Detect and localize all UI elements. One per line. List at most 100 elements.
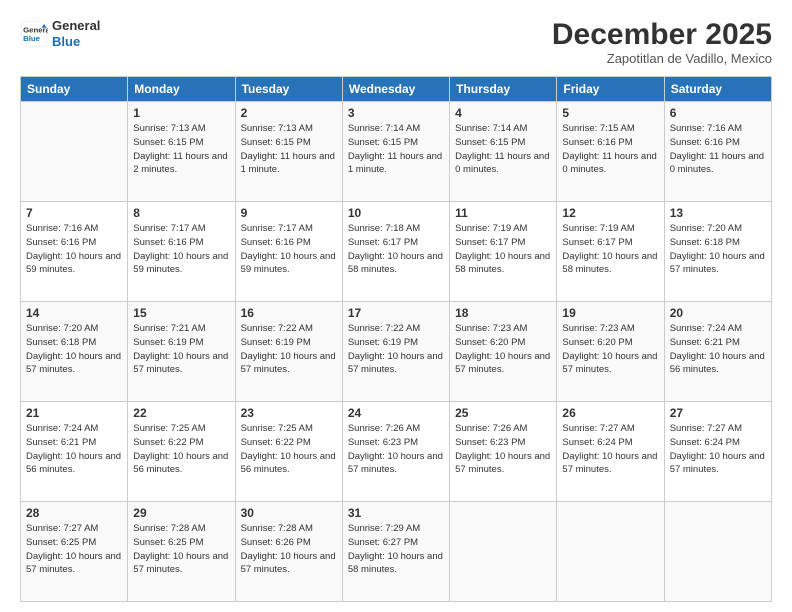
header-monday: Monday bbox=[128, 77, 235, 102]
day-info: Sunrise: 7:16 AMSunset: 6:16 PMDaylight:… bbox=[670, 122, 766, 177]
day-info: Sunrise: 7:20 AMSunset: 6:18 PMDaylight:… bbox=[670, 222, 766, 277]
day-number: 13 bbox=[670, 206, 766, 220]
header-wednesday: Wednesday bbox=[342, 77, 449, 102]
day-number: 3 bbox=[348, 106, 444, 120]
calendar-week-2: 14 Sunrise: 7:20 AMSunset: 6:18 PMDayligh… bbox=[21, 302, 772, 402]
calendar-cell-4-6 bbox=[664, 502, 771, 602]
calendar-cell-0-0 bbox=[21, 102, 128, 202]
day-info: Sunrise: 7:23 AMSunset: 6:20 PMDaylight:… bbox=[455, 322, 551, 377]
day-info: Sunrise: 7:22 AMSunset: 6:19 PMDaylight:… bbox=[241, 322, 337, 377]
day-number: 1 bbox=[133, 106, 229, 120]
calendar-cell-1-1: 8 Sunrise: 7:17 AMSunset: 6:16 PMDaylight… bbox=[128, 202, 235, 302]
day-number: 12 bbox=[562, 206, 658, 220]
day-number: 15 bbox=[133, 306, 229, 320]
day-info: Sunrise: 7:13 AMSunset: 6:15 PMDaylight:… bbox=[241, 122, 337, 177]
day-number: 10 bbox=[348, 206, 444, 220]
day-number: 24 bbox=[348, 406, 444, 420]
calendar-cell-0-2: 2 Sunrise: 7:13 AMSunset: 6:15 PMDaylight… bbox=[235, 102, 342, 202]
day-number: 4 bbox=[455, 106, 551, 120]
day-info: Sunrise: 7:27 AMSunset: 6:24 PMDaylight:… bbox=[562, 422, 658, 477]
calendar-cell-3-5: 26 Sunrise: 7:27 AMSunset: 6:24 PMDayligh… bbox=[557, 402, 664, 502]
calendar-cell-3-2: 23Sunrise: 7:25 AMSunset: 6:22 PMDayligh… bbox=[235, 402, 342, 502]
calendar-cell-1-4: 11Sunrise: 7:19 AMSunset: 6:17 PMDayligh… bbox=[450, 202, 557, 302]
calendar-cell-4-1: 29Sunrise: 7:28 AMSunset: 6:25 PMDayligh… bbox=[128, 502, 235, 602]
calendar-cell-3-6: 27 Sunrise: 7:27 AMSunset: 6:24 PMDayligh… bbox=[664, 402, 771, 502]
calendar-week-3: 21 Sunrise: 7:24 AMSunset: 6:21 PMDayligh… bbox=[21, 402, 772, 502]
day-number: 21 bbox=[26, 406, 122, 420]
day-number: 7 bbox=[26, 206, 122, 220]
calendar-cell-1-3: 10Sunrise: 7:18 AMSunset: 6:17 PMDayligh… bbox=[342, 202, 449, 302]
day-number: 27 bbox=[670, 406, 766, 420]
day-info: Sunrise: 7:27 AMSunset: 6:24 PMDaylight:… bbox=[670, 422, 766, 477]
day-number: 30 bbox=[241, 506, 337, 520]
calendar-cell-2-2: 16 Sunrise: 7:22 AMSunset: 6:19 PMDayligh… bbox=[235, 302, 342, 402]
calendar-week-0: 1 Sunrise: 7:13 AMSunset: 6:15 PMDaylight… bbox=[21, 102, 772, 202]
day-info: Sunrise: 7:14 AMSunset: 6:15 PMDaylight:… bbox=[455, 122, 551, 177]
calendar-cell-4-2: 30 Sunrise: 7:28 AMSunset: 6:26 PMDayligh… bbox=[235, 502, 342, 602]
location-subtitle: Zapotitlan de Vadillo, Mexico bbox=[552, 51, 772, 66]
day-number: 5 bbox=[562, 106, 658, 120]
header-tuesday: Tuesday bbox=[235, 77, 342, 102]
day-number: 6 bbox=[670, 106, 766, 120]
day-info: Sunrise: 7:27 AMSunset: 6:25 PMDaylight:… bbox=[26, 522, 122, 577]
day-number: 19 bbox=[562, 306, 658, 320]
day-number: 23 bbox=[241, 406, 337, 420]
day-info: Sunrise: 7:13 AMSunset: 6:15 PMDaylight:… bbox=[133, 122, 229, 177]
day-info: Sunrise: 7:14 AMSunset: 6:15 PMDaylight:… bbox=[348, 122, 444, 177]
day-info: Sunrise: 7:29 AMSunset: 6:27 PMDaylight:… bbox=[348, 522, 444, 577]
calendar-cell-4-4 bbox=[450, 502, 557, 602]
day-info: Sunrise: 7:23 AMSunset: 6:20 PMDaylight:… bbox=[562, 322, 658, 377]
logo-icon: General Blue bbox=[20, 20, 48, 48]
day-info: Sunrise: 7:17 AMSunset: 6:16 PMDaylight:… bbox=[241, 222, 337, 277]
day-info: Sunrise: 7:26 AMSunset: 6:23 PMDaylight:… bbox=[348, 422, 444, 477]
day-info: Sunrise: 7:28 AMSunset: 6:26 PMDaylight:… bbox=[241, 522, 337, 577]
month-title: December 2025 bbox=[552, 18, 772, 51]
calendar-cell-1-5: 12Sunrise: 7:19 AMSunset: 6:17 PMDayligh… bbox=[557, 202, 664, 302]
calendar-cell-4-3: 31Sunrise: 7:29 AMSunset: 6:27 PMDayligh… bbox=[342, 502, 449, 602]
calendar-cell-2-0: 14 Sunrise: 7:20 AMSunset: 6:18 PMDayligh… bbox=[21, 302, 128, 402]
calendar-cell-2-4: 18 Sunrise: 7:23 AMSunset: 6:20 PMDayligh… bbox=[450, 302, 557, 402]
logo-general: General bbox=[52, 18, 100, 34]
calendar-cell-3-1: 22Sunrise: 7:25 AMSunset: 6:22 PMDayligh… bbox=[128, 402, 235, 502]
day-number: 26 bbox=[562, 406, 658, 420]
day-number: 17 bbox=[348, 306, 444, 320]
day-number: 16 bbox=[241, 306, 337, 320]
calendar-cell-4-0: 28 Sunrise: 7:27 AMSunset: 6:25 PMDayligh… bbox=[21, 502, 128, 602]
calendar-cell-1-0: 7Sunrise: 7:16 AMSunset: 6:16 PMDaylight… bbox=[21, 202, 128, 302]
calendar-cell-2-5: 19 Sunrise: 7:23 AMSunset: 6:20 PMDayligh… bbox=[557, 302, 664, 402]
day-info: Sunrise: 7:21 AMSunset: 6:19 PMDaylight:… bbox=[133, 322, 229, 377]
page: General Blue General Blue December 2025 … bbox=[0, 0, 792, 612]
day-info: Sunrise: 7:17 AMSunset: 6:16 PMDaylight:… bbox=[133, 222, 229, 277]
weekday-header-row: Sunday Monday Tuesday Wednesday Thursday… bbox=[21, 77, 772, 102]
day-number: 14 bbox=[26, 306, 122, 320]
calendar-cell-0-4: 4 Sunrise: 7:14 AMSunset: 6:15 PMDaylight… bbox=[450, 102, 557, 202]
header-friday: Friday bbox=[557, 77, 664, 102]
day-number: 25 bbox=[455, 406, 551, 420]
logo: General Blue General Blue bbox=[20, 18, 100, 49]
day-info: Sunrise: 7:19 AMSunset: 6:17 PMDaylight:… bbox=[455, 222, 551, 277]
title-block: December 2025 Zapotitlan de Vadillo, Mex… bbox=[552, 18, 772, 66]
header-thursday: Thursday bbox=[450, 77, 557, 102]
day-info: Sunrise: 7:24 AMSunset: 6:21 PMDaylight:… bbox=[26, 422, 122, 477]
day-info: Sunrise: 7:20 AMSunset: 6:18 PMDaylight:… bbox=[26, 322, 122, 377]
day-number: 8 bbox=[133, 206, 229, 220]
calendar-cell-0-3: 3 Sunrise: 7:14 AMSunset: 6:15 PMDaylight… bbox=[342, 102, 449, 202]
day-number: 22 bbox=[133, 406, 229, 420]
calendar-cell-0-6: 6 Sunrise: 7:16 AMSunset: 6:16 PMDaylight… bbox=[664, 102, 771, 202]
day-number: 18 bbox=[455, 306, 551, 320]
calendar-cell-2-6: 20Sunrise: 7:24 AMSunset: 6:21 PMDayligh… bbox=[664, 302, 771, 402]
day-number: 28 bbox=[26, 506, 122, 520]
day-info: Sunrise: 7:24 AMSunset: 6:21 PMDaylight:… bbox=[670, 322, 766, 377]
calendar-cell-1-6: 13 Sunrise: 7:20 AMSunset: 6:18 PMDayligh… bbox=[664, 202, 771, 302]
calendar-cell-2-3: 17Sunrise: 7:22 AMSunset: 6:19 PMDayligh… bbox=[342, 302, 449, 402]
calendar-cell-3-0: 21 Sunrise: 7:24 AMSunset: 6:21 PMDayligh… bbox=[21, 402, 128, 502]
day-info: Sunrise: 7:15 AMSunset: 6:16 PMDaylight:… bbox=[562, 122, 658, 177]
svg-text:Blue: Blue bbox=[23, 34, 41, 43]
day-number: 9 bbox=[241, 206, 337, 220]
calendar-cell-1-2: 9 Sunrise: 7:17 AMSunset: 6:16 PMDaylight… bbox=[235, 202, 342, 302]
day-number: 29 bbox=[133, 506, 229, 520]
day-info: Sunrise: 7:26 AMSunset: 6:23 PMDaylight:… bbox=[455, 422, 551, 477]
header-saturday: Saturday bbox=[664, 77, 771, 102]
calendar-cell-0-1: 1 Sunrise: 7:13 AMSunset: 6:15 PMDaylight… bbox=[128, 102, 235, 202]
day-number: 2 bbox=[241, 106, 337, 120]
